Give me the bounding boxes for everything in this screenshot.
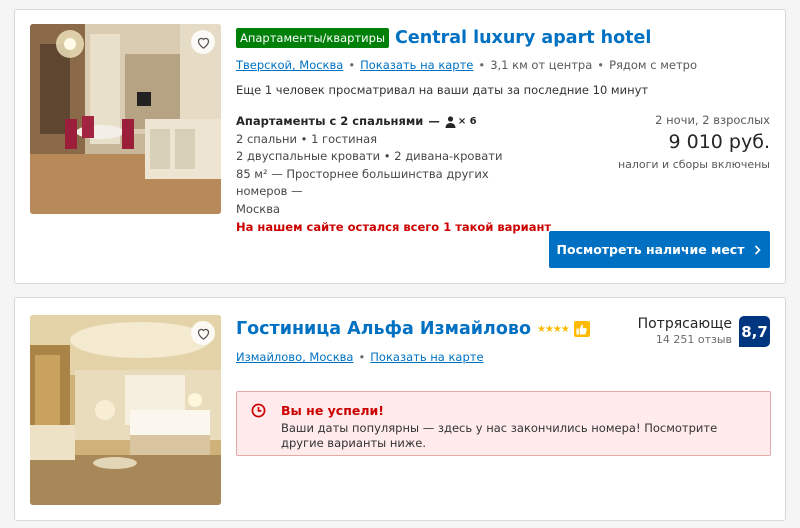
hotel-photo[interactable] [30,24,221,214]
separator-dot: • [348,58,356,72]
star-rating: ★★★★ [537,323,570,335]
review-score-block[interactable]: Потрясающе 14 251 отзыв 8,7 [638,316,770,347]
max-occupancy: × 6 [457,116,477,127]
heart-icon [197,328,209,340]
review-text: Потрясающе 14 251 отзыв [638,316,732,346]
heart-icon [197,37,209,49]
hotel-card: Апартаменты/квартиры Central luxury apar… [14,9,786,284]
title-row: Гостиница Альфа Измайлово ★★★★ [236,319,590,339]
person-icon [445,116,456,128]
room-line: Москва [236,201,281,216]
room-title-dash: — [428,114,440,128]
hotel-name-link[interactable]: Central luxury apart hotel [395,28,651,48]
room-title-row: Апартаменты с 2 спальнями — × 6 [236,113,536,131]
location-link[interactable]: Тверской, Москва [236,58,343,72]
chevron-right-icon [755,244,762,255]
metro-text: Рядом с метро [609,58,698,72]
hotel-card: Гостиница Альфа Измайлово ★★★★ Измайлово… [14,297,786,521]
review-word: Потрясающе [637,316,732,332]
thumbs-up-badge [573,321,590,337]
room-line: 85 м² — Просторнее большинства других но… [236,166,489,199]
thumbs-up-icon [576,323,588,335]
location-link[interactable]: Измайлово, Москва [236,350,353,364]
apartment-photo-image [30,24,221,214]
tax-note: налоги и сборы включены [617,158,770,171]
price-box: 2 ночи, 2 взрослых 9 010 руб. налоги и с… [618,113,770,171]
scarcity-message: На нашем сайте остался всего 1 такой вар… [236,220,552,234]
hotel-room-photo-image [30,315,221,505]
alert-body: Ваши даты популярны — здесь у нас законч… [281,421,718,450]
price-amount: 9 010 руб. [668,131,771,153]
sold-out-alert: Вы не успели! Ваши даты популярны — здес… [236,391,771,456]
title-row: Апартаменты/квартиры Central luxury apar… [236,28,651,48]
distance-text: 3,1 км от центра [490,58,593,72]
see-availability-button[interactable]: Посмотреть наличие мест [549,231,770,268]
show-on-map-link[interactable]: Показать на карте [360,58,473,72]
recent-viewers-note: Еще 1 человек просматривал на ваши даты … [236,83,649,97]
see-availability-label: Посмотреть наличие мест [556,242,745,257]
hotel-photo[interactable] [30,315,221,505]
location-row: Тверской, Москва • Показать на карте • 3… [236,58,697,72]
show-on-map-link[interactable]: Показать на карте [370,350,483,364]
save-favorite-button[interactable] [191,321,215,345]
review-count: 14 251 отзыв [655,333,732,346]
room-line: 2 двуспальные кровати • 2 дивана-кровати [236,149,503,163]
separator-dot: • [478,58,486,72]
room-details: Апартаменты с 2 спальнями — × 6 2 спальн… [236,113,552,237]
location-row: Измайлово, Москва • Показать на карте [236,350,484,364]
review-score-badge: 8,7 [739,316,770,347]
room-title: Апартаменты с 2 спальнями [236,114,424,128]
room-line: 2 спальни • 1 гостиная [236,131,378,146]
clock-icon [251,403,266,418]
price-configuration: 2 ночи, 2 взрослых [655,113,770,127]
separator-dot: • [597,58,605,72]
save-favorite-button[interactable] [191,30,215,54]
separator-dot: • [358,350,366,364]
alert-title: Вы не успели! [281,403,384,418]
property-type-badge: Апартаменты/квартиры [236,28,390,48]
hotel-name-link[interactable]: Гостиница Альфа Измайлово [236,319,531,339]
